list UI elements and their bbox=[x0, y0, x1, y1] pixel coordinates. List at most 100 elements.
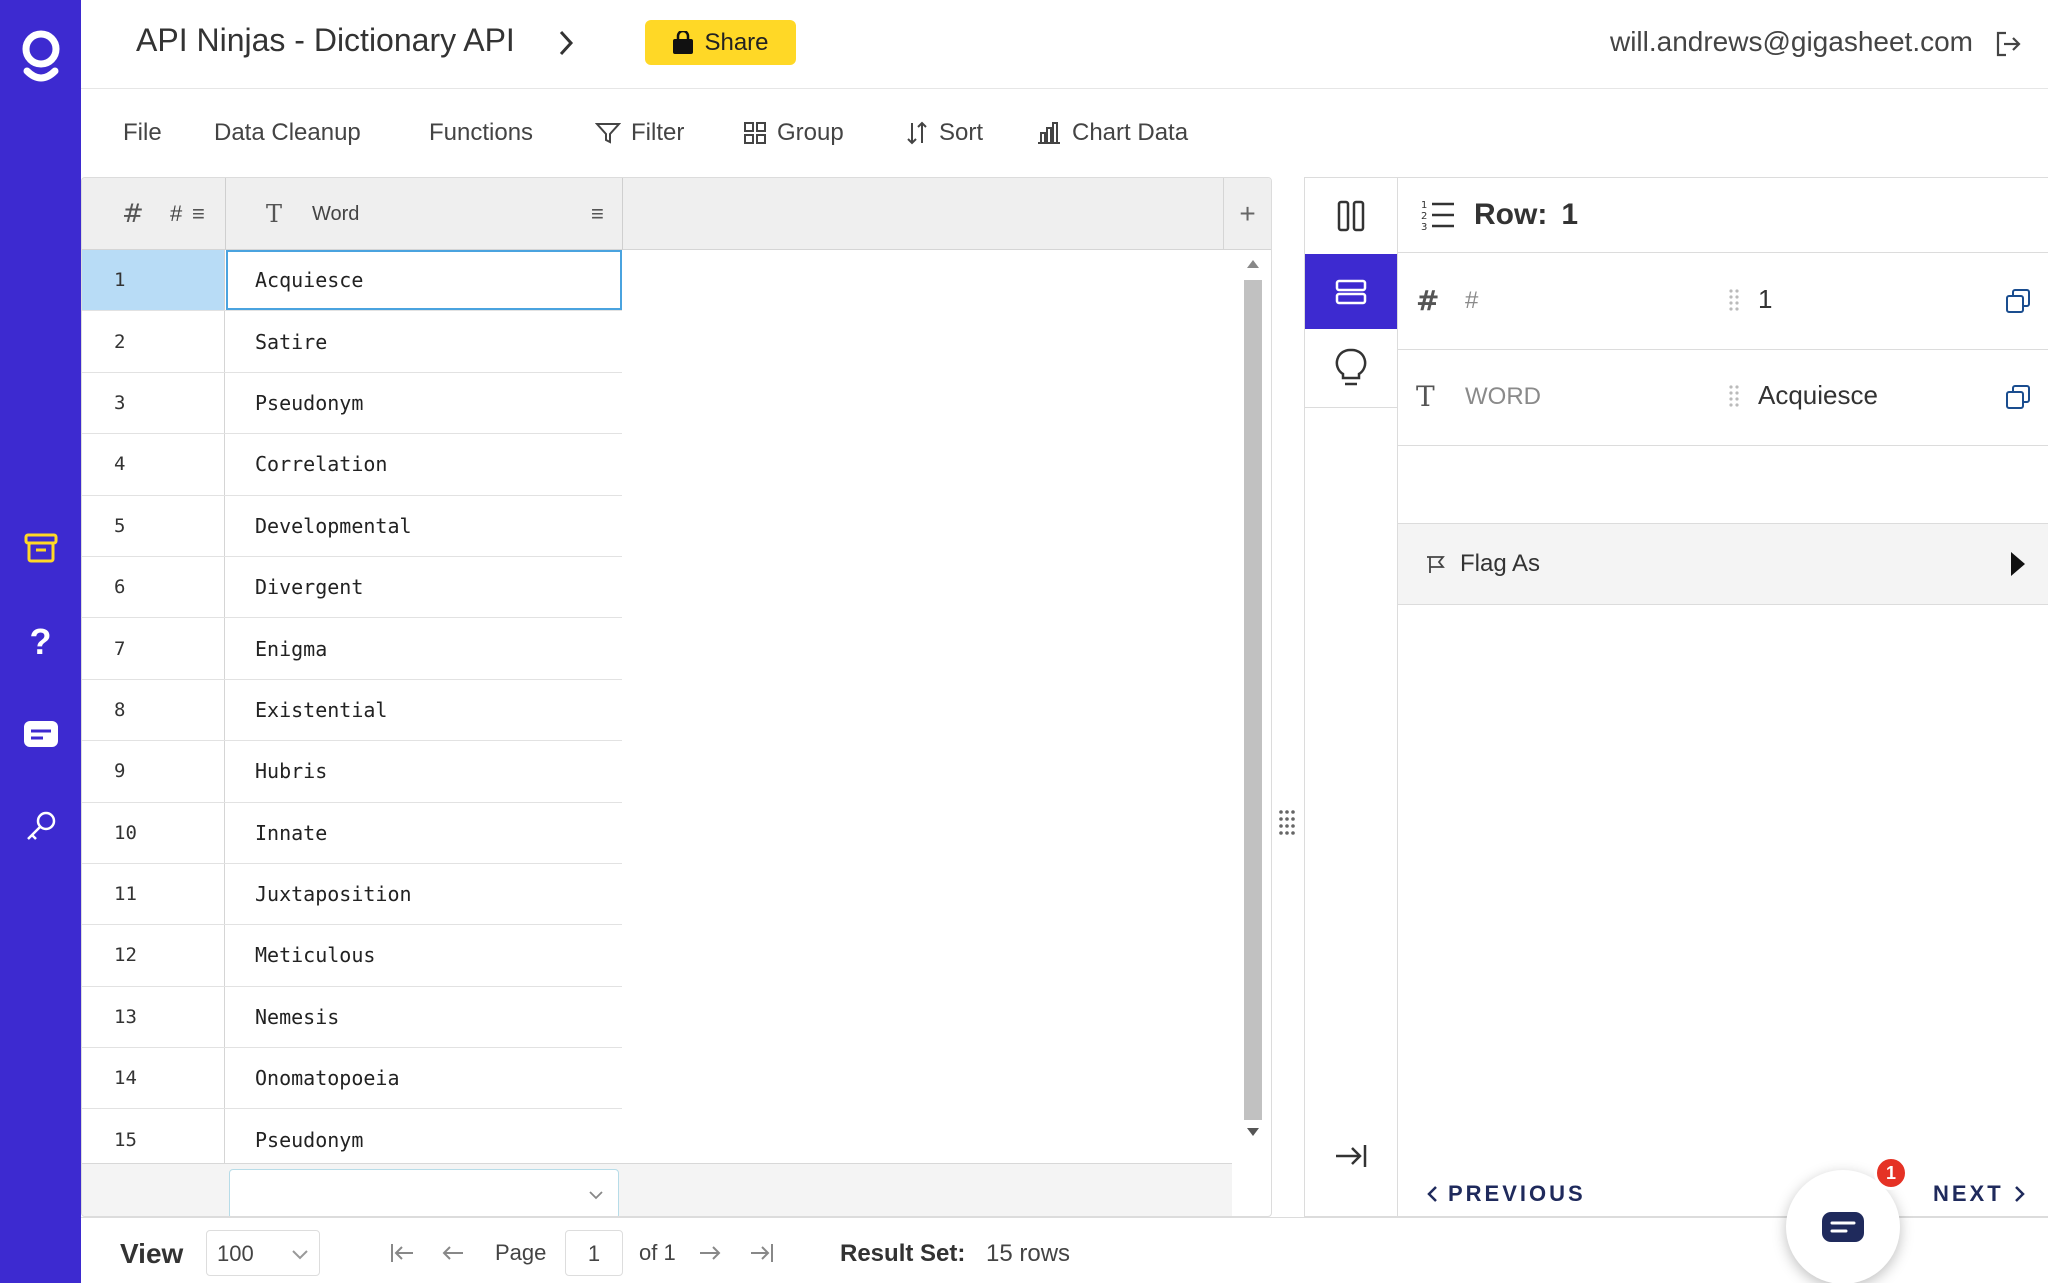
table-row[interactable]: 3 Pseudonym bbox=[82, 372, 622, 435]
sort-button[interactable]: Sort bbox=[905, 89, 983, 177]
table-row[interactable]: 13 Nemesis bbox=[82, 986, 622, 1049]
table-row[interactable]: 14 Onomatopoeia bbox=[82, 1048, 622, 1110]
column-header-row-number[interactable]: # # ≡ bbox=[82, 178, 226, 250]
word-cell[interactable]: Meticulous bbox=[226, 925, 622, 985]
row-label: Row: bbox=[1474, 198, 1548, 231]
word-cell[interactable]: Hubris bbox=[226, 741, 622, 801]
rows-icon bbox=[1335, 279, 1367, 304]
functions-menu[interactable]: Functions bbox=[429, 89, 533, 177]
text-type-icon: T bbox=[266, 200, 283, 228]
table-row[interactable]: 12 Meticulous bbox=[82, 925, 622, 987]
row-number[interactable]: 14 bbox=[82, 1048, 225, 1109]
field-value[interactable]: 1 bbox=[1758, 284, 1772, 315]
word-cell[interactable]: Juxtaposition bbox=[226, 864, 622, 924]
drag-handle-icon[interactable] bbox=[1728, 287, 1740, 313]
word-cell[interactable]: Existential bbox=[226, 680, 622, 740]
row-number[interactable]: 6 bbox=[82, 556, 225, 618]
file-menu[interactable]: File bbox=[123, 89, 162, 177]
row-number[interactable]: 4 bbox=[82, 434, 225, 495]
row-number[interactable]: 13 bbox=[82, 986, 225, 1048]
chevron-left-icon bbox=[1427, 1186, 1437, 1202]
word-cell[interactable]: Developmental bbox=[226, 496, 622, 556]
row-number[interactable]: 1 bbox=[82, 250, 225, 311]
word-cell[interactable]: Enigma bbox=[226, 618, 622, 678]
row-number[interactable]: 8 bbox=[82, 679, 225, 741]
row-number-value: 1 bbox=[1561, 198, 1579, 231]
word-cell[interactable]: Pseudonym bbox=[226, 373, 622, 433]
word-cell[interactable]: Acquiesce bbox=[226, 250, 622, 311]
table-row[interactable]: 10 Innate bbox=[82, 802, 622, 864]
word-cell[interactable]: Divergent bbox=[226, 557, 622, 617]
field-row: # # 1 bbox=[1398, 254, 2048, 350]
tab-columns[interactable] bbox=[1305, 178, 1397, 253]
column-header-word[interactable]: T Word ≡ bbox=[226, 178, 623, 250]
page-number-input[interactable]: 1 bbox=[565, 1230, 623, 1276]
tab-insights[interactable] bbox=[1305, 330, 1397, 405]
next-page-icon[interactable] bbox=[698, 1242, 722, 1264]
table-row[interactable]: 6 Divergent bbox=[82, 556, 622, 619]
chevron-right-icon[interactable] bbox=[557, 29, 575, 57]
scrollbar-thumb[interactable] bbox=[1244, 280, 1262, 1120]
logout-icon[interactable] bbox=[1994, 30, 2022, 58]
archive-icon[interactable] bbox=[0, 518, 81, 578]
row-number[interactable]: 15 bbox=[82, 1109, 225, 1170]
row-number[interactable]: 10 bbox=[82, 802, 225, 863]
row-number[interactable]: 11 bbox=[82, 863, 225, 925]
gigasheet-logo-icon[interactable] bbox=[0, 22, 81, 92]
group-button[interactable]: Group bbox=[743, 89, 844, 177]
table-row[interactable]: 8 Existential bbox=[82, 679, 622, 742]
table-row[interactable]: 11 Juxtaposition bbox=[82, 863, 622, 926]
table-row[interactable]: 5 Developmental bbox=[82, 495, 622, 557]
chat-bubble-icon[interactable] bbox=[0, 704, 81, 764]
table-row[interactable]: 4 Correlation bbox=[82, 434, 622, 496]
table-row[interactable]: 2 Satire bbox=[82, 311, 622, 373]
next-row-button[interactable]: NEXT bbox=[1933, 1178, 2026, 1210]
aggregate-select[interactable] bbox=[229, 1169, 619, 1216]
row-number[interactable]: 2 bbox=[82, 311, 225, 372]
previous-row-button[interactable]: PREVIOUS bbox=[1426, 1178, 1586, 1210]
copy-icon[interactable] bbox=[2005, 288, 2031, 314]
key-icon[interactable] bbox=[0, 796, 81, 856]
first-page-icon[interactable] bbox=[389, 1242, 415, 1264]
word-cell[interactable]: Pseudonym bbox=[226, 1109, 622, 1169]
vertical-scrollbar[interactable] bbox=[1238, 250, 1268, 1142]
column-menu-icon[interactable]: ≡ bbox=[192, 201, 205, 227]
word-cell[interactable]: Correlation bbox=[226, 434, 622, 494]
row-number[interactable]: 9 bbox=[82, 741, 225, 802]
table-row[interactable]: 1 Acquiesce bbox=[82, 250, 622, 312]
copy-icon[interactable] bbox=[2005, 384, 2031, 410]
share-button[interactable]: Share bbox=[645, 20, 796, 65]
table-row[interactable]: 15 Pseudonym bbox=[82, 1109, 622, 1171]
previous-page-icon[interactable] bbox=[441, 1242, 465, 1264]
column-menu-icon[interactable]: ≡ bbox=[591, 201, 604, 227]
last-page-icon[interactable] bbox=[749, 1242, 775, 1264]
tab-row-detail[interactable] bbox=[1305, 254, 1397, 329]
filter-button[interactable]: Filter bbox=[595, 89, 684, 177]
row-detail-header: 1 2 3 Row: 1 bbox=[1398, 178, 2048, 253]
chart-data-button[interactable]: Chart Data bbox=[1036, 89, 1188, 177]
table-row[interactable]: 9 Hubris bbox=[82, 741, 622, 803]
panel-resize-handle[interactable] bbox=[1276, 808, 1298, 838]
row-number[interactable]: 5 bbox=[82, 495, 225, 556]
field-value[interactable]: Acquiesce bbox=[1758, 380, 1878, 411]
page-size-select[interactable]: 100 bbox=[206, 1230, 320, 1276]
flag-as-menu[interactable]: Flag As bbox=[1398, 523, 2048, 605]
word-cell[interactable]: Satire bbox=[226, 311, 622, 371]
collapse-panel-button[interactable] bbox=[1305, 1118, 1397, 1193]
drag-handle-icon[interactable] bbox=[1728, 383, 1740, 409]
row-number[interactable]: 12 bbox=[82, 925, 225, 986]
row-number[interactable]: 3 bbox=[82, 372, 225, 434]
help-icon[interactable]: ? bbox=[0, 612, 81, 672]
word-cell[interactable]: Innate bbox=[226, 803, 622, 863]
word-cell[interactable]: Onomatopoeia bbox=[226, 1048, 622, 1108]
column-header-label: # bbox=[170, 201, 183, 226]
data-cleanup-menu[interactable]: Data Cleanup bbox=[214, 89, 361, 177]
scroll-up-icon[interactable] bbox=[1245, 258, 1261, 270]
add-column-button[interactable]: + bbox=[1223, 178, 1271, 250]
scroll-down-icon[interactable] bbox=[1245, 1126, 1261, 1138]
sheet-title[interactable]: API Ninjas - Dictionary API bbox=[136, 22, 515, 59]
table-row[interactable]: 7 Enigma bbox=[82, 618, 622, 680]
row-number[interactable]: 7 bbox=[82, 618, 225, 679]
word-cell[interactable]: Nemesis bbox=[226, 987, 622, 1047]
user-email[interactable]: will.andrews@gigasheet.com bbox=[1610, 26, 1973, 58]
